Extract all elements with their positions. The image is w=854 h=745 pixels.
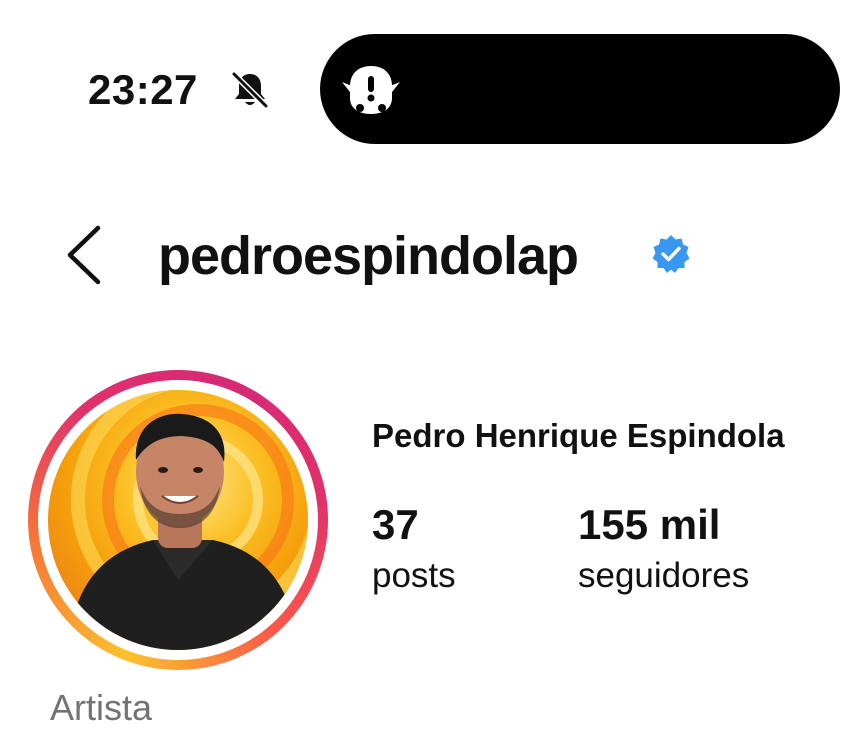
verified-badge-icon (652, 235, 690, 273)
profile-avatar-story-ring[interactable] (28, 370, 328, 670)
chevron-left-icon (67, 225, 101, 285)
posts-count: 37 (372, 501, 419, 548)
profile-full-name: Pedro Henrique Espindola (372, 417, 785, 454)
back-button[interactable] (58, 220, 114, 290)
followers-label: seguidores (578, 556, 750, 595)
bell-slash-icon (231, 71, 269, 109)
posts-label: posts (372, 556, 456, 595)
avatar-photo (48, 390, 308, 650)
posts-count-stat[interactable]: 37 posts (372, 500, 456, 598)
followers-count-stat[interactable]: 155 mil seguidores (578, 500, 749, 598)
followers-count: 155 mil (578, 501, 721, 548)
profile-category: Artista (50, 687, 153, 728)
ghost-alert-icon (342, 66, 400, 114)
avatar (48, 390, 308, 650)
profile-username: pedroespindolap (158, 226, 579, 286)
status-time: 23:27 (88, 66, 198, 113)
